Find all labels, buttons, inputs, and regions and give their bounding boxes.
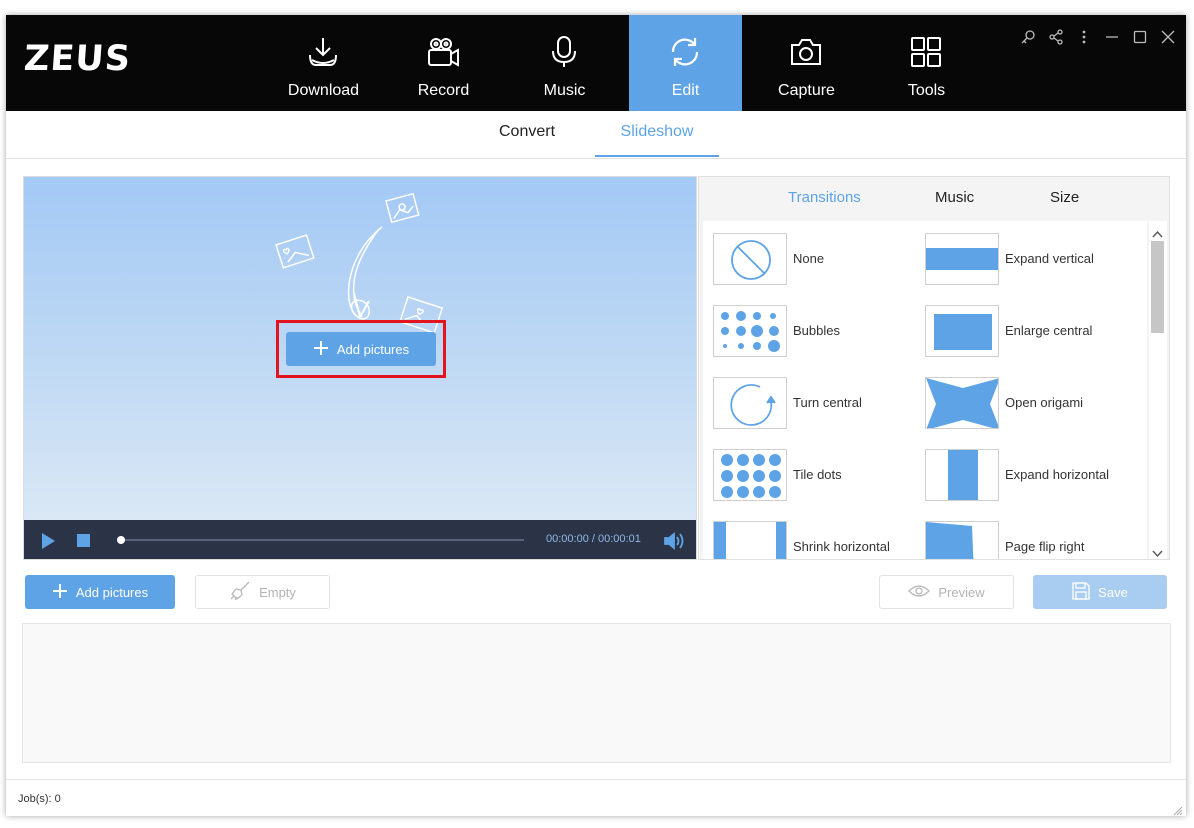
transition-label: Page flip right (1005, 539, 1085, 554)
preview-canvas[interactable]: Add pictures (24, 177, 696, 520)
minimize-icon[interactable] (1104, 29, 1120, 45)
nav-music[interactable]: Music (508, 15, 621, 111)
top-header: ZEUS Download Record Music Edit Capture … (6, 15, 1186, 111)
plus-icon (52, 583, 68, 602)
resize-grip-icon[interactable] (1173, 803, 1183, 816)
add-pictures-button[interactable]: Add pictures (25, 575, 175, 609)
play-icon[interactable] (40, 532, 56, 555)
jobs-count: Job(s): 0 (18, 793, 61, 805)
transition-page-flip-right[interactable]: Page flip right (925, 521, 1145, 559)
enlarge-central-thumb (925, 305, 999, 357)
floppy-disk-icon (1072, 581, 1090, 603)
transition-label: Bubbles (793, 323, 840, 338)
expand-horizontal-thumb (925, 449, 999, 501)
transition-open-origami[interactable]: Open origami (925, 377, 1145, 429)
bubbles-thumb (713, 305, 787, 357)
search-key-icon[interactable] (1020, 29, 1036, 45)
status-bar: Job(s): 0 (6, 779, 1186, 816)
progress-knob[interactable] (117, 536, 125, 544)
transitions-scrollbar[interactable] (1149, 221, 1167, 559)
transition-label: Expand vertical (1005, 251, 1094, 266)
transition-label: Open origami (1005, 395, 1084, 410)
transition-none[interactable]: None (713, 233, 913, 285)
save-button[interactable]: Save (1033, 575, 1167, 609)
broom-icon (229, 581, 251, 604)
nav-record-label: Record (417, 82, 470, 99)
grid-tools-icon (911, 37, 941, 67)
stop-icon[interactable] (76, 533, 91, 553)
share-icon[interactable] (1048, 29, 1064, 45)
tab-music[interactable]: Music (935, 189, 974, 206)
slideshow-preview: Add pictures 00:00:00 / 00:00:01 (23, 176, 697, 560)
transition-label: Expand horizontal (1005, 467, 1110, 482)
sub-tabs: Convert Slideshow (6, 111, 1186, 159)
transition-tile-dots[interactable]: Tile dots (713, 449, 913, 501)
tile-dots-thumb (713, 449, 787, 501)
nav-edit[interactable]: Edit (629, 15, 742, 111)
tab-slideshow[interactable]: Slideshow (595, 123, 719, 141)
transition-label: Shrink horizontal (793, 539, 890, 554)
empty-label: Empty (259, 584, 296, 600)
transition-label: Turn central (793, 395, 862, 410)
tab-transitions[interactable]: Transitions (788, 189, 861, 206)
nav-capture[interactable]: Capture (750, 15, 863, 111)
shrink-horizontal-thumb (713, 521, 787, 559)
transition-shrink-horizontal[interactable]: Shrink horizontal (713, 521, 913, 559)
app-window: ZEUS Download Record Music Edit Capture … (6, 15, 1186, 816)
nav-music-label: Music (543, 82, 586, 99)
open-origami-thumb (925, 377, 999, 429)
maximize-icon[interactable] (1132, 29, 1148, 45)
nav-download-label: Download (287, 82, 360, 99)
nav-capture-label: Capture (778, 82, 835, 99)
nav-tools[interactable]: Tools (870, 15, 983, 111)
transition-bubbles[interactable]: Bubbles (713, 305, 913, 357)
chevron-down-icon[interactable] (1152, 545, 1163, 559)
nav-record[interactable]: Record (387, 15, 500, 111)
more-icon[interactable] (1076, 29, 1092, 45)
page-flip-right-thumb (925, 521, 999, 559)
refresh-icon (671, 38, 699, 66)
camera-icon (791, 39, 821, 65)
microphone-icon (552, 36, 576, 67)
window-controls (1020, 29, 1176, 45)
transition-label: Enlarge central (1005, 323, 1093, 338)
nav-edit-label: Edit (671, 82, 700, 99)
progress-track[interactable] (120, 539, 524, 541)
transition-enlarge-central[interactable]: Enlarge central (925, 305, 1145, 357)
transition-label: None (793, 251, 825, 266)
preview-label: Preview (938, 584, 985, 600)
transition-expand-horizontal[interactable]: Expand horizontal (925, 449, 1145, 501)
player-controls: 00:00:00 / 00:00:01 (24, 520, 696, 559)
transition-expand-vertical[interactable]: Expand vertical (925, 233, 1145, 285)
tab-convert[interactable]: Convert (487, 123, 567, 141)
app-logo: ZEUS (22, 39, 133, 79)
download-icon (309, 38, 337, 66)
eye-icon (908, 584, 931, 601)
video-camera-icon (428, 38, 459, 67)
highlight-box (276, 320, 446, 378)
active-tab-underline (595, 155, 719, 157)
preview-button[interactable]: Preview (879, 575, 1014, 609)
time-display: 00:00:00 / 00:00:01 (546, 533, 641, 545)
none-thumb (713, 233, 787, 285)
empty-button[interactable]: Empty (195, 575, 330, 609)
transitions-grid: None Expand vertical Bubbles Enlarge cen… (703, 221, 1147, 559)
close-icon[interactable] (1160, 29, 1176, 45)
turn-central-thumb (713, 377, 787, 429)
add-pictures-label: Add pictures (75, 584, 149, 600)
expand-vertical-thumb (925, 233, 999, 285)
tab-size[interactable]: Size (1050, 189, 1079, 206)
nav-download[interactable]: Download (267, 15, 380, 111)
save-label: Save (1098, 584, 1128, 600)
transition-label: Tile dots (793, 467, 842, 482)
settings-panel: Transitions Music Size None Expand verti… (698, 176, 1170, 560)
nav-tools-label: Tools (907, 82, 946, 99)
job-list (22, 623, 1171, 763)
scrollbar-thumb[interactable] (1151, 241, 1164, 333)
transition-turn-central[interactable]: Turn central (713, 377, 913, 429)
volume-icon[interactable] (663, 531, 687, 556)
